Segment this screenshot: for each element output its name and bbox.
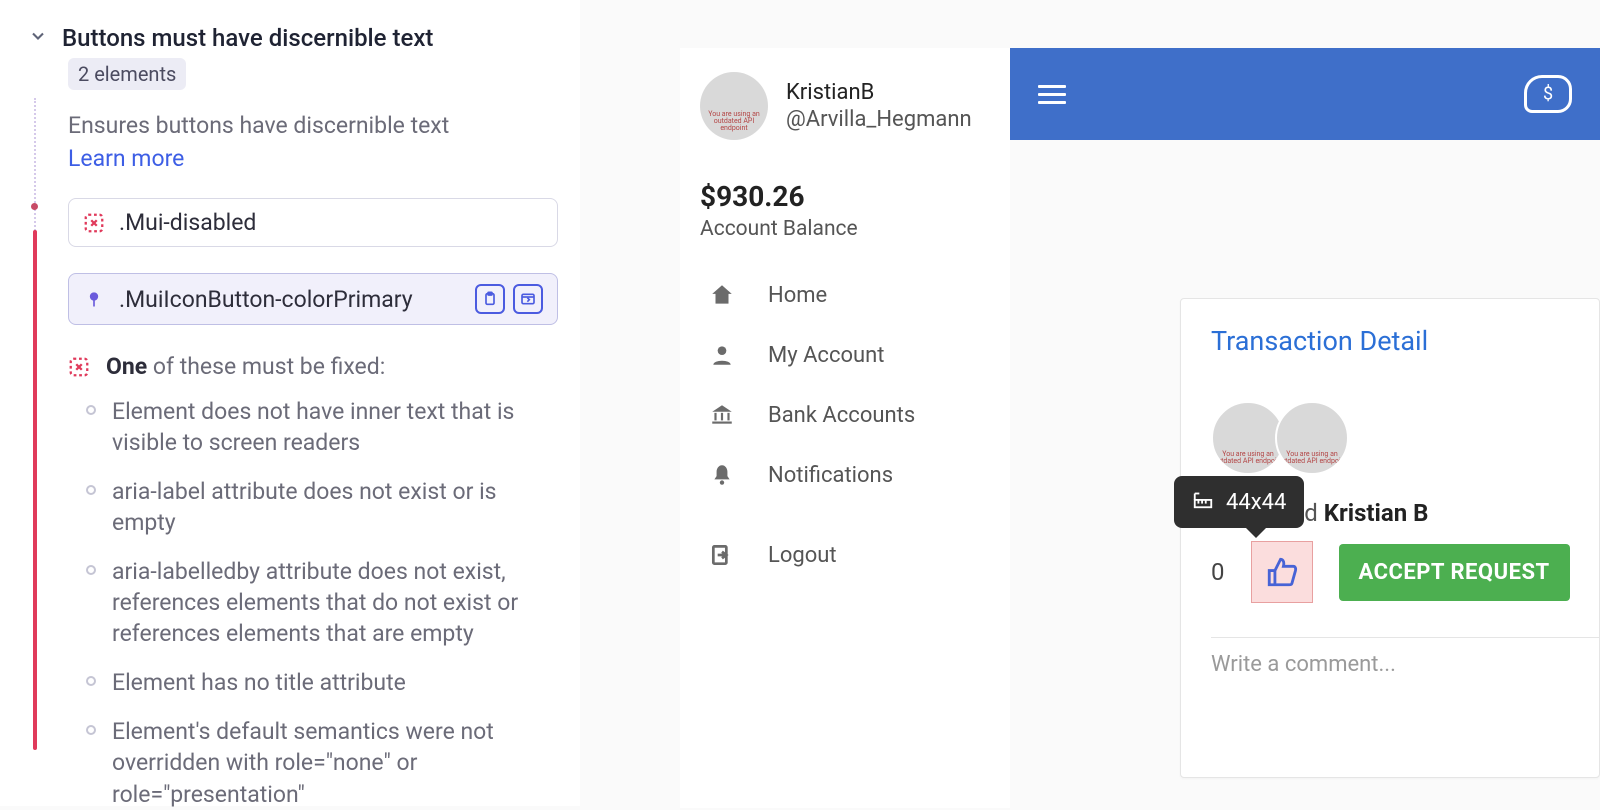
- account-balance: $930.26 Account Balance: [700, 180, 990, 241]
- user-name: KristianB: [786, 80, 972, 105]
- clipboard-icon[interactable]: [475, 284, 505, 314]
- selector-item[interactable]: .Mui-disabled: [68, 198, 558, 247]
- like-count: 0: [1211, 558, 1225, 586]
- person-icon: [708, 341, 736, 369]
- logout-icon: [708, 541, 736, 569]
- pin-icon: [83, 288, 105, 310]
- bell-icon: [708, 461, 736, 489]
- balance-amount: $930.26: [700, 180, 990, 213]
- selector-text: .MuiIconButton-colorPrimary: [119, 286, 413, 313]
- fix-list: Element does not have inner text that is…: [86, 396, 568, 810]
- fix-heading: One of these must be fixed:: [68, 353, 568, 380]
- user-handle: @Arvilla_Hegmann: [786, 107, 972, 132]
- fix-item: Element has no title attribute: [86, 667, 568, 698]
- accessibility-audit-panel: Buttons must have discernible text 2 ele…: [0, 0, 580, 806]
- app-topbar: [1010, 48, 1600, 140]
- learn-more-link[interactable]: Learn more: [68, 145, 568, 172]
- size-tooltip: 44x44: [1174, 476, 1304, 528]
- open-panel-icon[interactable]: [513, 284, 543, 314]
- fix-heading-bold: One: [106, 353, 147, 380]
- app-logo: [1524, 75, 1572, 113]
- app-preview: You are using an outdated API endpoint K…: [680, 48, 1600, 808]
- home-icon: [708, 281, 736, 309]
- selector-item-active[interactable]: .MuiIconButton-colorPrimary: [68, 273, 558, 325]
- timeline-indicator: [33, 98, 36, 758]
- transaction-card: Transaction Detail You are using an outd…: [1180, 298, 1600, 778]
- balance-label: Account Balance: [700, 217, 990, 241]
- nav-home[interactable]: Home: [700, 265, 990, 325]
- fix-item: aria-label attribute does not exist or i…: [86, 476, 568, 538]
- nav-my-account[interactable]: My Account: [700, 325, 990, 385]
- fix-item: Element does not have inner text that is…: [86, 396, 568, 458]
- transaction-avatars: You are using an outdated API endpoint Y…: [1211, 401, 1599, 475]
- elements-count-badge: 2 elements: [68, 58, 186, 90]
- avatar: You are using an outdated API endpoint: [1211, 401, 1285, 475]
- fix-item: Element's default semantics were not ove…: [86, 716, 568, 809]
- menu-icon[interactable]: [1038, 85, 1066, 104]
- comment-input[interactable]: [1211, 652, 1581, 677]
- nav-bank-accounts[interactable]: Bank Accounts: [700, 385, 990, 445]
- fix-item: aria-labelledby attribute does not exist…: [86, 556, 568, 649]
- fix-heading-rest: of these must be fixed:: [147, 353, 385, 380]
- selector-text: .Mui-disabled: [119, 209, 256, 236]
- app-sidebar: You are using an outdated API endpoint K…: [680, 48, 1010, 808]
- like-button[interactable]: [1251, 541, 1313, 603]
- accept-request-button[interactable]: ACCEPT REQUEST: [1339, 544, 1570, 601]
- issue-description: Ensures buttons have discernible text: [68, 110, 568, 141]
- user-avatar: You are using an outdated API endpoint: [700, 72, 768, 140]
- error-icon: [83, 212, 105, 234]
- ruler-icon: [1192, 488, 1214, 516]
- chevron-down-icon[interactable]: [28, 26, 48, 51]
- avatar: You are using an outdated API endpoint: [1275, 401, 1349, 475]
- card-title: Transaction Detail: [1211, 325, 1599, 357]
- bank-icon: [708, 401, 736, 429]
- error-icon: [68, 356, 90, 378]
- tooltip-text: 44x44: [1226, 490, 1286, 515]
- nav-notifications[interactable]: Notifications: [700, 445, 990, 505]
- issue-title: Buttons must have discernible text: [62, 24, 433, 52]
- nav-logout[interactable]: Logout: [700, 525, 990, 585]
- user-row[interactable]: You are using an outdated API endpoint K…: [700, 72, 990, 140]
